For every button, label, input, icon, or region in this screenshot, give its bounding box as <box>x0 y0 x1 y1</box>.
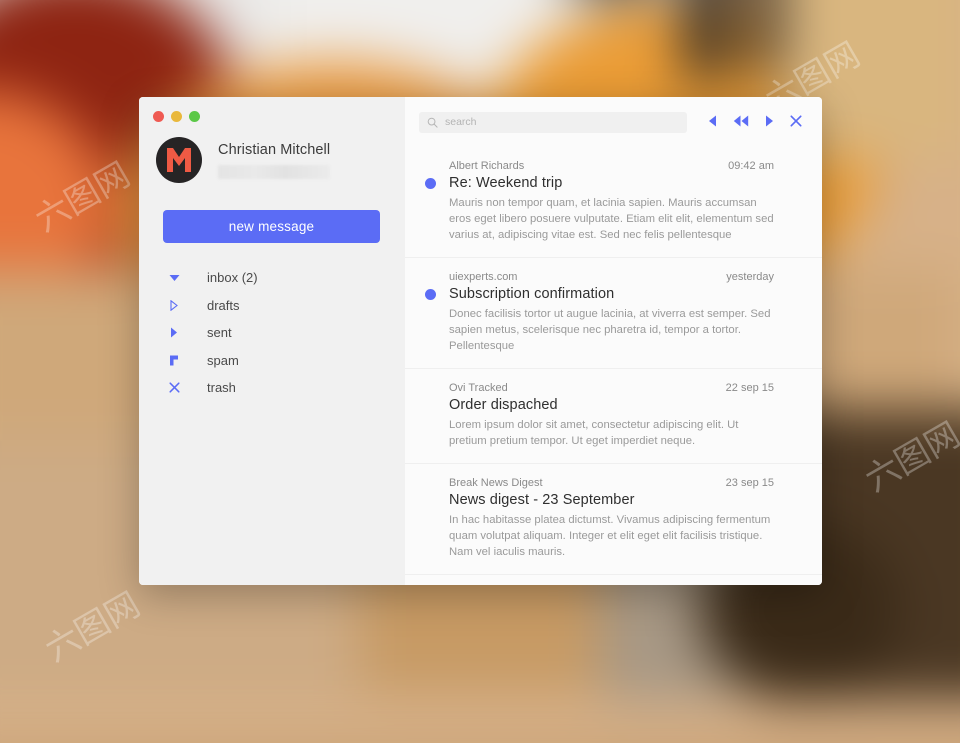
message-preview: In hac habitasse platea dictumst. Vivamu… <box>449 514 771 559</box>
search-input[interactable] <box>445 116 679 128</box>
triangle-right-icon <box>765 115 774 130</box>
message-subject: Subscription confirmation <box>449 286 615 303</box>
rewind-button[interactable] <box>733 115 749 130</box>
next-button[interactable] <box>765 115 774 130</box>
user-name: Christian Mitchell <box>218 141 331 158</box>
message-sender: Ovi Tracked <box>449 382 508 395</box>
toolbar <box>405 97 822 147</box>
toolbar-actions <box>708 114 802 130</box>
table-row[interactable]: Albert Richards <box>405 575 822 585</box>
sidebar-item-trash[interactable]: trash <box>163 374 383 401</box>
message-preview: Lorem ipsum dolor sit amet, consectetur … <box>449 419 739 448</box>
message-preview: Mauris non tempor quam, et lacinia sapie… <box>449 197 774 242</box>
unread-indicator <box>425 178 436 189</box>
search-box[interactable] <box>419 111 687 133</box>
x-icon <box>163 382 185 393</box>
avatar <box>156 137 202 183</box>
sidebar-item-drafts[interactable]: drafts <box>163 292 383 319</box>
user-profile[interactable]: Christian Mitchell <box>156 137 330 183</box>
search-icon <box>427 117 438 128</box>
sidebar-item-label: spam <box>207 352 239 368</box>
sidebar-item-label: drafts <box>207 297 240 313</box>
table-row[interactable]: Break News Digest 23 sep 15 News digest … <box>405 464 822 576</box>
new-message-button[interactable]: new message <box>163 210 380 243</box>
message-subject: Order dispached <box>449 397 558 414</box>
sidebar-item-label: inbox (2) <box>207 270 258 285</box>
minimize-window-button[interactable] <box>171 111 182 122</box>
message-time: 09:42 am <box>728 160 774 172</box>
previous-button[interactable] <box>708 115 717 130</box>
sidebar-item-label: trash <box>207 380 236 395</box>
sidebar-item-inbox[interactable]: inbox (2) <box>163 264 383 291</box>
mail-pane: Albert Richards 09:42 am Re: Weekend tri… <box>405 97 822 585</box>
message-sender: Break News Digest <box>449 477 543 490</box>
zoom-window-button[interactable] <box>189 111 200 122</box>
message-time: 22 sep 15 <box>725 382 774 395</box>
close-window-button[interactable] <box>153 111 164 122</box>
table-row[interactable]: uiexperts.com yesterday Subscription con… <box>405 258 822 370</box>
triangle-down-icon <box>163 274 185 282</box>
close-button[interactable] <box>790 114 802 130</box>
x-icon <box>790 114 802 130</box>
triangle-left-icon <box>708 115 717 130</box>
message-list[interactable]: Albert Richards 09:42 am Re: Weekend tri… <box>405 147 822 585</box>
message-subject: News digest - 23 September <box>449 492 635 509</box>
message-time: yesterday <box>726 271 774 284</box>
sidebar: Christian Mitchell new message inbox (2)… <box>139 97 405 585</box>
folder-list: inbox (2) drafts sent spam trash <box>163 264 383 402</box>
table-row[interactable]: Ovi Tracked 22 sep 15 Order dispached Lo… <box>405 369 822 465</box>
redacted-email <box>218 164 330 179</box>
triangle-right-icon <box>163 327 185 338</box>
message-sender: uiexperts.com <box>449 271 518 284</box>
triangle-right-outline-icon <box>163 299 185 311</box>
message-time: 23 sep 15 <box>725 477 774 490</box>
mail-app-window: Christian Mitchell new message inbox (2)… <box>139 97 822 585</box>
flag-icon <box>163 355 185 366</box>
unread-indicator <box>425 289 436 301</box>
sidebar-item-sent[interactable]: sent <box>163 319 383 346</box>
sidebar-item-label: sent <box>207 325 232 340</box>
message-preview: Donec facilisis tortor ut augue lacinia,… <box>449 308 771 353</box>
message-subject: Re: Weekend trip <box>449 175 563 191</box>
window-controls <box>153 111 200 122</box>
table-row[interactable]: Albert Richards 09:42 am Re: Weekend tri… <box>405 147 822 259</box>
sidebar-item-spam[interactable]: spam <box>163 347 383 374</box>
double-triangle-left-icon <box>733 115 749 130</box>
message-sender: Albert Richards <box>449 160 525 172</box>
